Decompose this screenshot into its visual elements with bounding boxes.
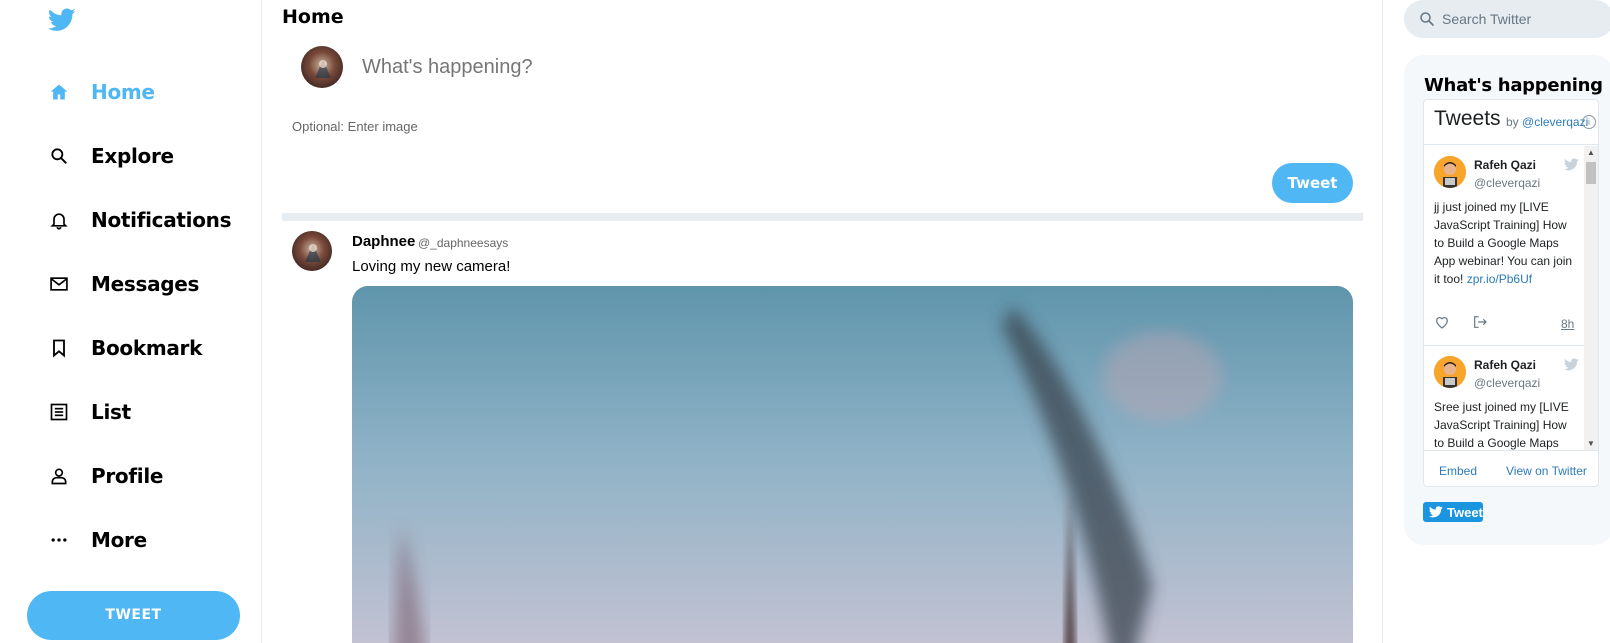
tweet-body: Sree just joined my [LIVE JavaScript Tra… (1434, 400, 1569, 450)
sidebar-tweet-button[interactable]: TWEET (27, 591, 240, 640)
post-author-handle[interactable]: @_daphneesays (418, 236, 508, 250)
tweet-timestamp[interactable]: 8h (1561, 317, 1574, 331)
tweet-submit-button[interactable]: Tweet (1272, 163, 1353, 203)
timeline-scrollbar[interactable]: ▲ ▼ (1584, 146, 1598, 450)
sidebar-item-list[interactable]: List (48, 392, 131, 432)
sidebar-item-label: More (91, 528, 147, 552)
page-title: Home (282, 6, 344, 28)
feed: Home Tweet Daphnee @_daphneesays Loving … (262, 0, 1383, 643)
timeline-by: by @cleverqazi (1506, 115, 1588, 129)
avatar[interactable] (1434, 356, 1466, 388)
view-on-twitter-link[interactable]: View on Twitter (1506, 464, 1587, 478)
timeline-footer: Embed View on Twitter (1424, 450, 1598, 486)
scrollbar-thumb[interactable] (1586, 162, 1596, 184)
search-input[interactable] (1442, 11, 1602, 27)
twitter-bird-icon[interactable] (1563, 158, 1579, 171)
timeline-header: Tweets by @cleverqazi i (1424, 100, 1598, 145)
twitter-bird-icon (1429, 506, 1443, 518)
image-url-input[interactable] (292, 116, 692, 136)
timeline-handle-link[interactable]: @cleverqazi (1522, 115, 1588, 129)
sidebar-item-home[interactable]: Home (48, 72, 155, 112)
sidebar-item-label: List (91, 400, 131, 424)
twitter-logo-icon[interactable] (47, 8, 76, 32)
sidebar-item-more[interactable]: More (48, 520, 147, 560)
sidebar-item-explore[interactable]: Explore (48, 136, 174, 176)
embedded-timeline: Tweets by @cleverqazi i Rafeh Qazi @clev… (1423, 99, 1599, 487)
sidebar-item-label: Profile (91, 464, 164, 488)
sidebar-item-notifications[interactable]: Notifications (48, 200, 232, 240)
sidebar-item-label: Explore (91, 144, 174, 168)
scroll-down-arrow-icon[interactable]: ▼ (1587, 439, 1595, 448)
search-box[interactable] (1404, 0, 1610, 38)
tweet-text: jj just joined my [LIVE JavaScript Train… (1434, 198, 1576, 288)
sidebar-item-profile[interactable]: Profile (48, 456, 163, 496)
search-icon (48, 145, 70, 167)
avatar[interactable] (1434, 156, 1466, 188)
tweet-author-name[interactable]: Rafeh Qazi (1474, 158, 1536, 172)
divider (282, 213, 1363, 221)
avatar[interactable] (292, 231, 332, 271)
sidebar-item-messages[interactable]: Messages (48, 264, 199, 304)
sidebar: Home Explore Notifications Messages Book… (0, 0, 262, 643)
scroll-up-arrow-icon[interactable]: ▲ (1587, 148, 1595, 157)
list-icon (48, 401, 70, 423)
bell-icon (48, 209, 70, 231)
sidebar-item-label: Bookmark (91, 336, 203, 360)
share-tweet-button[interactable]: Tweet (1423, 502, 1483, 522)
sidebar-item-bookmark[interactable]: Bookmark (48, 328, 202, 368)
sidebar-item-label: Messages (91, 272, 200, 296)
timeline-scroll[interactable]: Rafeh Qazi @cleverqazi jj just joined my… (1424, 146, 1598, 450)
post-text: Loving my new camera! (352, 258, 511, 275)
home-icon (48, 81, 70, 103)
tweet-text: Sree just joined my [LIVE JavaScript Tra… (1434, 398, 1576, 450)
tweet-author-handle[interactable]: @cleverqazi (1474, 176, 1540, 190)
embed-link[interactable]: Embed (1439, 464, 1477, 478)
post-image[interactable] (352, 286, 1353, 643)
avatar (301, 46, 343, 88)
tweet-link[interactable]: zpr.io/Pb6Uf (1467, 272, 1532, 286)
more-icon (48, 529, 70, 551)
info-icon[interactable]: i (1582, 115, 1596, 129)
timeline-title: Tweets (1434, 107, 1501, 130)
sidebar-item-label: Notifications (91, 208, 232, 232)
compose-input[interactable] (362, 52, 1262, 82)
heart-icon[interactable] (1434, 314, 1450, 330)
mail-icon (48, 273, 70, 295)
post-author-name[interactable]: Daphnee (352, 233, 415, 250)
timeline-by-label: by (1506, 115, 1519, 129)
share-icon[interactable] (1472, 314, 1488, 330)
timeline-tweet[interactable]: Rafeh Qazi @cleverqazi Sree just joined … (1424, 346, 1584, 450)
tweet-author-name[interactable]: Rafeh Qazi (1474, 358, 1536, 372)
twitter-bird-icon[interactable] (1563, 358, 1579, 371)
search-icon (1418, 10, 1436, 28)
bookmark-icon (48, 337, 70, 359)
timeline-tweet[interactable]: Rafeh Qazi @cleverqazi jj just joined my… (1424, 146, 1584, 346)
whats-happening-card: What's happening Tweets by @cleverqazi i… (1404, 55, 1610, 545)
share-tweet-label: Tweet (1447, 504, 1483, 520)
widget-title: What's happening (1424, 75, 1603, 96)
person-icon (48, 465, 70, 487)
tweet-author-handle[interactable]: @cleverqazi (1474, 376, 1540, 390)
sidebar-item-label: Home (91, 80, 155, 104)
widgets: What's happening Tweets by @cleverqazi i… (1383, 0, 1610, 643)
